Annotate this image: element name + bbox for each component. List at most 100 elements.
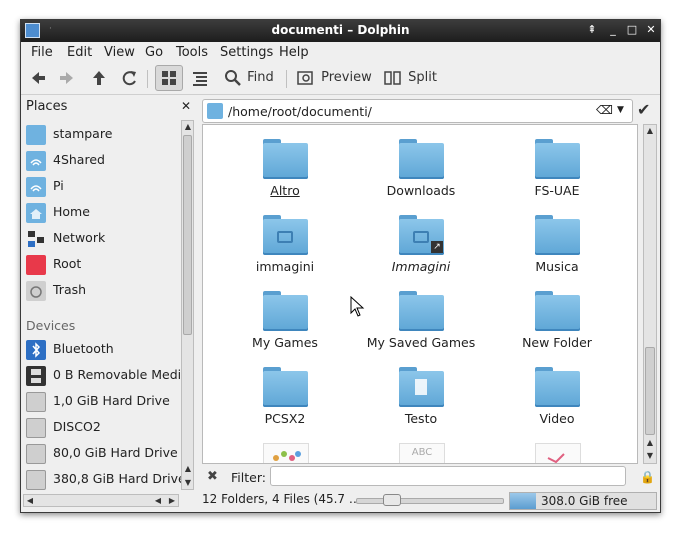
mouse-cursor-icon	[350, 296, 365, 317]
title-bar[interactable]: · documenti – Dolphin ⇞ _ □ ✕	[21, 20, 660, 42]
places-item-label: stampare	[53, 126, 113, 141]
close-button[interactable]: ✕	[644, 23, 658, 37]
file-item[interactable]: FS-UAE	[489, 131, 625, 207]
menu-edit[interactable]: Edit	[67, 45, 92, 60]
split-view-icon	[384, 71, 401, 85]
back-button[interactable]	[29, 66, 49, 90]
toolbar-separator	[286, 70, 287, 88]
scroll-up-icon[interactable]: ▲	[182, 463, 194, 475]
device-hard-drive[interactable]: 80,0 GiB Hard Drive	[26, 442, 186, 464]
file-name: Downloads	[386, 183, 456, 198]
file-item[interactable]: immagini	[217, 207, 353, 283]
menu-help[interactable]: Help	[279, 45, 309, 60]
close-filter-icon[interactable]: ✖	[207, 469, 218, 484]
close-panel-icon[interactable]: ✕	[181, 99, 191, 113]
places-hscrollbar[interactable]: ◀ ◀ ▶	[23, 494, 179, 507]
places-scrollbar[interactable]: ▲ ▲ ▼	[181, 120, 194, 490]
device-removable-media[interactable]: 0 B Removable Media	[26, 364, 189, 386]
folder-icon	[263, 367, 308, 407]
file-item[interactable]: Altro	[217, 131, 353, 207]
places-item-4shared[interactable]: 4Shared	[26, 149, 186, 171]
device-hard-drive[interactable]: 380,8 GiB Hard Drive	[26, 468, 186, 490]
file-view-scroll-thumb[interactable]	[645, 347, 655, 435]
file-item[interactable]: Musica	[489, 207, 625, 283]
find-button[interactable]: Find	[223, 66, 279, 90]
reload-button[interactable]	[120, 66, 140, 90]
filter-label: Filter:	[231, 470, 266, 485]
menu-file[interactable]: File	[31, 45, 53, 60]
font-file-thumbnail[interactable]: ABC	[399, 443, 445, 463]
root-folder-icon	[26, 255, 46, 275]
chevron-down-icon[interactable]: ▼	[617, 105, 624, 115]
menu-view[interactable]: View	[104, 45, 135, 60]
clear-location-icon[interactable]: ⌫	[596, 103, 613, 117]
minimize-button[interactable]: _	[606, 23, 620, 37]
status-text: 12 Folders, 4 Files (45.7 …	[202, 492, 361, 506]
scroll-down-icon[interactable]: ▼	[644, 450, 656, 462]
forward-arrow-icon	[60, 72, 73, 84]
free-space-bar: 308.0 GiB free	[509, 492, 657, 510]
forward-button[interactable]	[58, 66, 78, 90]
device-bluetooth[interactable]: Bluetooth	[26, 338, 186, 360]
file-item[interactable]: New Folder	[489, 283, 625, 359]
places-scroll-thumb[interactable]	[183, 135, 192, 335]
file-item[interactable]: My Games	[217, 283, 353, 359]
preview-icon	[297, 71, 313, 85]
reload-icon	[122, 71, 136, 86]
file-item[interactable]: Video	[489, 359, 625, 435]
file-item[interactable]: My Saved Games	[353, 283, 489, 359]
preview-button[interactable]: Preview	[295, 66, 375, 90]
document-file-thumbnail[interactable]	[535, 443, 581, 463]
used-space-fill	[510, 493, 536, 509]
menu-go[interactable]: Go	[145, 45, 163, 60]
places-item-label: Home	[53, 204, 90, 219]
status-bar: 12 Folders, 4 Files (45.7 … 308.0 GiB fr…	[202, 492, 658, 510]
split-button[interactable]: Split	[382, 66, 440, 90]
places-item-pi[interactable]: Pi	[26, 175, 186, 197]
scroll-up-icon[interactable]: ▲	[644, 437, 656, 449]
icons-view-button[interactable]	[155, 65, 183, 91]
menu-bar: File Edit View Go Tools Settings Help	[21, 42, 660, 62]
file-item[interactable]: Downloads	[353, 131, 489, 207]
pictures-folder-link-icon: ↗	[399, 215, 444, 255]
hard-drive-icon	[26, 418, 46, 438]
file-name: My Saved Games	[366, 335, 476, 350]
file-item[interactable]: PCSX2	[217, 359, 353, 435]
location-path[interactable]: /home/root/documenti/	[228, 104, 372, 119]
scroll-left-icon[interactable]: ◀	[152, 495, 164, 507]
location-bar[interactable]: /home/root/documenti/ ⌫ ▼	[202, 99, 633, 123]
lock-icon[interactable]: 🔒	[640, 470, 655, 484]
zoom-slider[interactable]	[356, 494, 504, 506]
file-view-scrollbar[interactable]: ▲ ▲ ▼	[643, 124, 657, 464]
places-item-root[interactable]: Root	[26, 253, 186, 275]
places-item-stampare[interactable]: stampare	[26, 123, 186, 145]
details-view-button[interactable]	[190, 66, 212, 90]
places-header: Places	[26, 99, 68, 114]
scroll-up-icon[interactable]: ▲	[182, 121, 194, 133]
filter-input[interactable]	[270, 466, 626, 486]
device-hard-drive[interactable]: 1,0 GiB Hard Drive	[26, 390, 186, 412]
places-item-home[interactable]: Home	[26, 201, 186, 223]
scroll-down-icon[interactable]: ▼	[182, 477, 194, 489]
places-item-network[interactable]: Network	[26, 227, 186, 249]
maximize-button[interactable]: □	[625, 23, 639, 37]
scroll-up-icon[interactable]: ▲	[644, 125, 656, 137]
keep-above-icon[interactable]: ⇞	[585, 23, 599, 37]
device-label: 380,8 GiB Hard Drive	[53, 471, 186, 486]
menu-tools[interactable]: Tools	[176, 45, 208, 60]
places-item-trash[interactable]: Trash	[26, 279, 186, 301]
file-item[interactable]: ↗ Immagini	[353, 207, 489, 283]
device-disco2[interactable]: DISCO2	[26, 416, 186, 438]
confirm-location-icon[interactable]: ✔	[637, 100, 650, 119]
scroll-left-icon[interactable]: ◀	[24, 495, 36, 507]
file-name: Altro	[270, 183, 300, 198]
image-file-thumbnail[interactable]	[263, 443, 309, 463]
file-item[interactable]: Testo	[353, 359, 489, 435]
menu-settings[interactable]: Settings	[220, 45, 273, 60]
preview-label: Preview	[321, 70, 372, 85]
window-title: documenti – Dolphin	[271, 23, 410, 37]
zoom-slider-handle[interactable]	[383, 494, 401, 506]
scroll-right-icon[interactable]: ▶	[166, 495, 178, 507]
file-view[interactable]: Altro Downloads FS-UAE immagini ↗ Immagi…	[202, 124, 638, 464]
up-button[interactable]	[90, 66, 110, 90]
